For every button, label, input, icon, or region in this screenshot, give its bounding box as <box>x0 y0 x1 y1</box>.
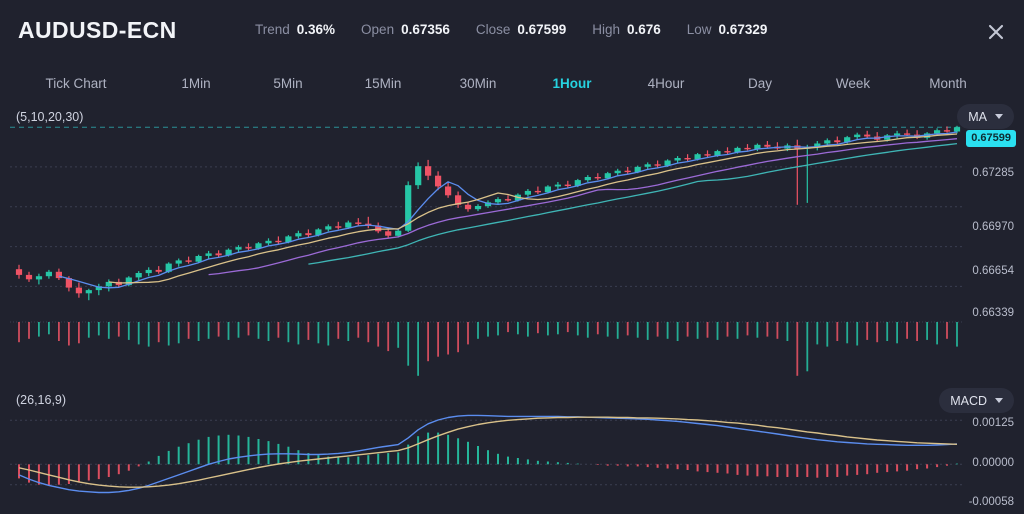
quote-close-value: 0.67599 <box>517 22 567 37</box>
quote-trend: Trend 0.36% <box>255 22 335 37</box>
quote-low-value: 0.67329 <box>718 22 768 37</box>
close-icon[interactable] <box>982 18 1010 46</box>
trading-chart-app: AUDUSD-ECN Trend 0.36% Open 0.67356 Clos… <box>0 0 1024 514</box>
tab-1hour[interactable]: 1Hour <box>526 72 618 95</box>
ma-indicator-select[interactable]: MA <box>957 104 1014 129</box>
macd-indicator-select-label: MACD <box>950 393 987 408</box>
tab-5min[interactable]: 5Min <box>240 72 336 95</box>
macd-chart-panel[interactable] <box>0 386 1024 514</box>
last-price-tag: 0.67599 <box>966 130 1016 147</box>
price-axis-label-4: 0.66339 <box>972 307 1014 319</box>
tab-15min[interactable]: 15Min <box>336 72 430 95</box>
macd-indicator-select[interactable]: MACD <box>939 388 1014 413</box>
quote-high: High 0.676 <box>592 22 661 37</box>
price-axis-label-2: 0.66970 <box>972 221 1014 233</box>
quote-open-label: Open <box>361 22 395 37</box>
price-axis-label-1: 0.67285 <box>972 167 1014 179</box>
symbol-title: AUDUSD-ECN <box>18 17 177 43</box>
tab-week[interactable]: Week <box>806 72 900 95</box>
quote-trend-label: Trend <box>255 22 290 37</box>
ma-params-label: (5,10,20,30) <box>16 110 84 124</box>
quote-close: Close 0.67599 <box>476 22 566 37</box>
quote-open: Open 0.67356 <box>361 22 450 37</box>
tab-day[interactable]: Day <box>714 72 806 95</box>
macd-params-label: (26,16,9) <box>16 393 67 407</box>
macd-axis-label-3: -0.00058 <box>968 496 1014 508</box>
quote-high-value: 0.676 <box>626 22 661 37</box>
volume-chart-svg[interactable] <box>0 316 1024 386</box>
tab-1min[interactable]: 1Min <box>152 72 240 95</box>
price-chart-panel[interactable] <box>0 104 1024 316</box>
quote-close-label: Close <box>475 22 511 37</box>
price-axis-label-3: 0.66654 <box>972 265 1014 277</box>
macd-chart-svg[interactable] <box>0 386 1024 514</box>
tab-month[interactable]: Month <box>900 72 996 95</box>
quote-trend-value: 0.36% <box>296 22 336 37</box>
chevron-down-icon <box>995 398 1003 403</box>
tab-4hour[interactable]: 4Hour <box>618 72 714 95</box>
chevron-down-icon <box>995 114 1003 119</box>
price-chart-svg[interactable] <box>0 104 1024 316</box>
quote-high-label: High <box>592 22 620 37</box>
macd-axis-label-2: 0.00000 <box>972 457 1014 469</box>
ma-indicator-select-label: MA <box>968 109 987 124</box>
macd-axis-label-1: 0.00125 <box>972 417 1014 429</box>
quote-summary: Trend 0.36% Open 0.67356 Close 0.67599 H… <box>255 22 793 37</box>
volume-chart-panel[interactable] <box>0 316 1024 386</box>
timeframe-tabs: Tick Chart 1Min 5Min 15Min 30Min 1Hour 4… <box>0 62 1024 104</box>
chart-header: AUDUSD-ECN Trend 0.36% Open 0.67356 Clos… <box>0 0 1024 62</box>
tab-30min[interactable]: 30Min <box>430 72 526 95</box>
quote-open-value: 0.67356 <box>401 22 450 37</box>
quote-low-label: Low <box>686 22 712 37</box>
quote-low: Low 0.67329 <box>687 22 768 37</box>
tab-tick-chart[interactable]: Tick Chart <box>0 72 152 95</box>
